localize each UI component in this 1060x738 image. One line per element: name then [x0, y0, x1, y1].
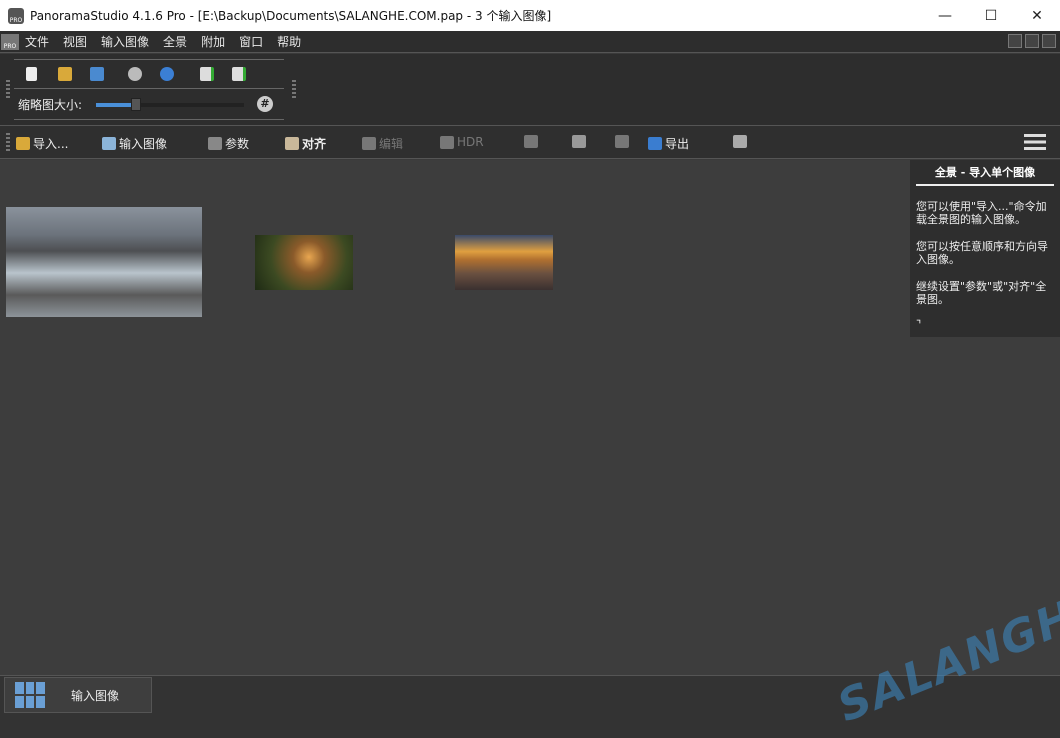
- menu-view[interactable]: 视图: [63, 33, 87, 50]
- hdr-button[interactable]: HDR: [440, 135, 484, 149]
- main-toolbar: 导入... 输入图像 参数 对齐 编辑 HDR 导出: [0, 126, 1060, 159]
- edit-button[interactable]: 编辑: [362, 135, 403, 152]
- save-icon[interactable]: [90, 67, 104, 81]
- export-project-icon[interactable]: [232, 67, 246, 81]
- menu-input-images[interactable]: 输入图像: [101, 33, 149, 50]
- mdi-restore-button[interactable]: [1025, 34, 1039, 48]
- thumbnail-size-toolbar: 缩略图大小: #: [14, 90, 284, 120]
- app-logo-icon: PRO: [8, 8, 24, 24]
- maximize-button[interactable]: ☐: [968, 0, 1014, 31]
- edit-icon: [362, 137, 376, 150]
- hamburger-menu-icon[interactable]: [1024, 134, 1046, 150]
- help-text: 您可以使用"导入..."命令加载全景图的输入图像。: [916, 200, 1054, 226]
- collapse-help-button[interactable]: ⌝: [916, 318, 921, 331]
- print-icon: [733, 135, 747, 148]
- button-label: 导入...: [33, 135, 68, 152]
- menu-window[interactable]: 窗口: [239, 33, 263, 50]
- export-icon: [648, 137, 662, 150]
- button-label: 参数: [225, 135, 249, 152]
- button-label: 导出: [665, 135, 689, 152]
- import-icon: [16, 137, 30, 150]
- mdi-close-button[interactable]: [1042, 34, 1056, 48]
- menu-extras[interactable]: 附加: [201, 33, 225, 50]
- retouch-button[interactable]: [615, 135, 629, 148]
- thumbnail-size-slider[interactable]: [96, 103, 244, 107]
- input-images-view: [0, 160, 1060, 675]
- button-label: 输入图像: [119, 135, 167, 152]
- parameters-button[interactable]: 参数: [208, 135, 249, 152]
- print-button[interactable]: [733, 135, 747, 148]
- grid-view-icon: [15, 682, 45, 708]
- align-icon: [285, 137, 299, 150]
- hdr-icon: [440, 136, 454, 149]
- mdi-minimize-button[interactable]: [1008, 34, 1022, 48]
- menu-bar: PRO 文件 视图 输入图像 全景 附加 窗口 帮助: [0, 31, 1060, 53]
- toolbar-grip[interactable]: [6, 80, 10, 98]
- help-title: 全景 - 导入单个图像: [916, 164, 1054, 186]
- close-button[interactable]: ✕: [1014, 0, 1060, 31]
- info-icon[interactable]: [128, 67, 142, 81]
- crop-icon: [524, 135, 538, 148]
- document-icon[interactable]: PRO: [1, 34, 19, 50]
- menu-file[interactable]: 文件: [25, 33, 49, 50]
- thumbnail-size-label: 缩略图大小:: [18, 96, 82, 113]
- toolbar-area: 缩略图大小: #: [0, 54, 1060, 126]
- help-panel: 全景 - 导入单个图像 您可以使用"导入..."命令加载全景图的输入图像。 您可…: [910, 160, 1060, 337]
- window-title: PanoramaStudio 4.1.6 Pro - [E:\Backup\Do…: [30, 7, 551, 24]
- menu-panorama[interactable]: 全景: [163, 33, 187, 50]
- parameters-icon: [208, 137, 222, 150]
- button-label: HDR: [457, 135, 484, 149]
- input-images-icon: [102, 137, 116, 150]
- crop-button[interactable]: [524, 135, 538, 148]
- open-icon[interactable]: [58, 67, 72, 81]
- help-icon[interactable]: [160, 67, 174, 81]
- image-thumbnail[interactable]: [455, 235, 553, 290]
- help-text: 继续设置"参数"或"对齐"全景图。: [916, 280, 1054, 306]
- import-project-icon[interactable]: [200, 67, 214, 81]
- input-images-button[interactable]: 输入图像: [102, 135, 167, 152]
- align-button[interactable]: 对齐: [285, 135, 326, 152]
- image-thumbnail[interactable]: [255, 235, 353, 290]
- tab-label: 输入图像: [71, 687, 119, 704]
- export-button[interactable]: 导出: [648, 135, 689, 152]
- button-label: 对齐: [302, 135, 326, 152]
- toolbar-grip[interactable]: [6, 133, 10, 151]
- import-button[interactable]: 导入...: [16, 135, 68, 152]
- tab-input-images[interactable]: 输入图像: [4, 677, 152, 713]
- retouch-icon: [615, 135, 629, 148]
- grid-button[interactable]: #: [257, 96, 273, 112]
- minimize-button[interactable]: —: [922, 0, 968, 31]
- image-thumbnail[interactable]: [6, 207, 202, 317]
- new-icon[interactable]: [26, 67, 37, 81]
- slider-handle[interactable]: [131, 98, 141, 111]
- toolbar-grip[interactable]: [292, 80, 296, 98]
- button-label: 编辑: [379, 135, 403, 152]
- menu-help[interactable]: 帮助: [277, 33, 301, 50]
- file-toolbar: [14, 59, 284, 89]
- title-bar: PRO PanoramaStudio 4.1.6 Pro - [E:\Backu…: [0, 0, 1060, 31]
- help-text: 您可以按任意顺序和方向导入图像。: [916, 240, 1054, 266]
- render-button[interactable]: [572, 135, 586, 148]
- render-icon: [572, 135, 586, 148]
